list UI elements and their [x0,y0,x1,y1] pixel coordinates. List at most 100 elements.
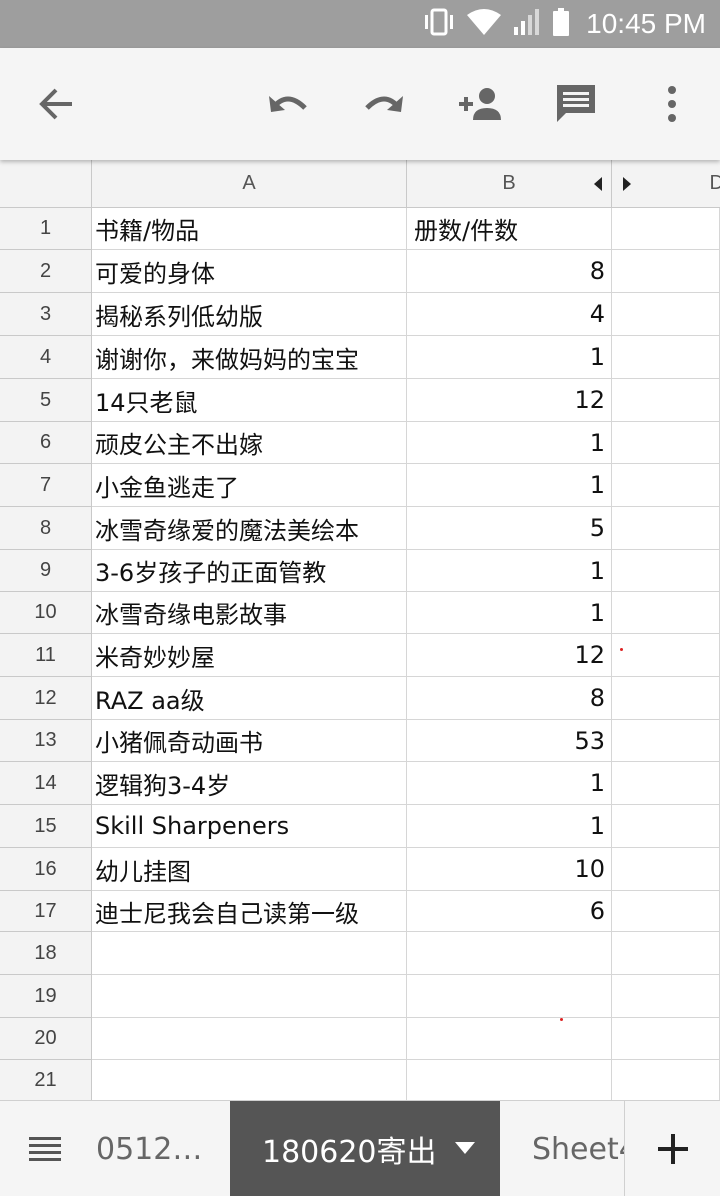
column-header-d[interactable]: D [612,160,720,208]
cell-a[interactable] [92,1018,407,1060]
cell-a[interactable] [92,932,407,975]
cell-a[interactable]: 3-6岁孩子的正面管教 [92,550,407,592]
cell-d[interactable] [612,379,720,422]
cell-a[interactable]: 幼儿挂图 [92,848,407,891]
add-person-icon[interactable] [454,78,506,130]
cell-a[interactable]: 小金鱼逃走了 [92,464,407,507]
row-number[interactable]: 11 [0,634,92,677]
row-number[interactable]: 5 [0,379,92,422]
cell-b[interactable] [407,1018,612,1060]
cell-a[interactable]: 冰雪奇缘电影故事 [92,592,407,634]
cell-b[interactable]: 8 [407,250,612,293]
cell-b[interactable]: 1 [407,336,612,379]
cell-b[interactable]: 1 [407,550,612,592]
cell-d[interactable] [612,1060,720,1100]
spreadsheet-grid[interactable]: A B D 1 书籍/物品 册数/件数 2 可爱的身体 8 3 揭秘系列低幼版 4 4 谢谢你，来做… [0,160,720,1100]
cell-b[interactable]: 册数/件数 [407,208,612,250]
sheet-tab-sheet4[interactable]: Sheet4 [500,1101,624,1196]
cell-b[interactable]: 1 [407,762,612,805]
cell-b[interactable] [407,975,612,1018]
row-number[interactable]: 6 [0,422,92,464]
row-number[interactable]: 19 [0,975,92,1018]
cell-b[interactable]: 1 [407,422,612,464]
cell-a[interactable]: 14只老鼠 [92,379,407,422]
cell-b[interactable] [407,1060,612,1100]
row-number[interactable]: 15 [0,805,92,848]
sheet-tab-0512[interactable]: 0512… [90,1101,230,1196]
row-number[interactable]: 21 [0,1060,92,1100]
cell-a[interactable]: 顽皮公主不出嫁 [92,422,407,464]
cell-d[interactable] [612,336,720,379]
cell-b[interactable]: 4 [407,293,612,336]
cell-b[interactable]: 6 [407,891,612,932]
row-number[interactable]: 1 [0,208,92,250]
cell-d[interactable] [612,464,720,507]
row-number[interactable]: 17 [0,891,92,932]
expand-right-icon[interactable] [622,176,632,192]
cell-a[interactable]: 书籍/物品 [92,208,407,250]
cell-b[interactable]: 1 [407,464,612,507]
sheet-dropdown-icon[interactable] [454,1142,475,1156]
cell-d[interactable] [612,848,720,891]
cell-a[interactable]: 米奇妙妙屋 [92,634,407,677]
row-number[interactable]: 18 [0,932,92,975]
row-number[interactable]: 7 [0,464,92,507]
cell-a[interactable] [92,1060,407,1100]
cell-a[interactable]: 可爱的身体 [92,250,407,293]
cell-a[interactable]: 小猪佩奇动画书 [92,720,407,762]
column-header-b[interactable]: B [407,160,612,208]
cell-d[interactable] [612,975,720,1018]
cell-a[interactable]: 冰雪奇缘爱的魔法美绘本 [92,507,407,550]
back-arrow-icon[interactable] [30,78,82,130]
cell-d[interactable] [612,634,720,677]
row-number[interactable]: 16 [0,848,92,891]
row-number[interactable]: 10 [0,592,92,634]
cell-d[interactable] [612,250,720,293]
row-number[interactable]: 20 [0,1018,92,1060]
cell-d[interactable] [612,293,720,336]
cell-b[interactable]: 8 [407,677,612,720]
cell-d[interactable] [612,208,720,250]
collapse-left-icon[interactable] [593,176,603,192]
sheet-tab-180620[interactable]: 180620寄出 [230,1101,500,1196]
cell-d[interactable] [612,592,720,634]
cell-b[interactable]: 12 [407,634,612,677]
more-vert-icon[interactable] [646,78,698,130]
column-header-a[interactable]: A [92,160,407,208]
row-number[interactable]: 2 [0,250,92,293]
cell-b[interactable]: 5 [407,507,612,550]
row-number[interactable]: 14 [0,762,92,805]
cell-d[interactable] [612,805,720,848]
cell-d[interactable] [612,762,720,805]
cell-b[interactable]: 1 [407,805,612,848]
cell-a[interactable]: Skill Sharpeners [92,805,407,848]
cell-a[interactable]: 逻辑狗3-4岁 [92,762,407,805]
cell-a[interactable] [92,975,407,1018]
cell-d[interactable] [612,550,720,592]
cell-b[interactable]: 10 [407,848,612,891]
row-number[interactable]: 4 [0,336,92,379]
cell-d[interactable] [612,891,720,932]
redo-icon[interactable] [358,78,410,130]
cell-b[interactable]: 1 [407,592,612,634]
grid-corner[interactable] [0,160,92,208]
cell-d[interactable] [612,422,720,464]
row-number[interactable]: 13 [0,720,92,762]
cell-d[interactable] [612,720,720,762]
cell-d[interactable] [612,507,720,550]
cell-a[interactable]: 揭秘系列低幼版 [92,293,407,336]
row-number[interactable]: 3 [0,293,92,336]
cell-a[interactable]: RAZ aa级 [92,677,407,720]
add-sheet-button[interactable] [624,1101,720,1196]
row-number[interactable]: 9 [0,550,92,592]
undo-icon[interactable] [262,78,314,130]
cell-b[interactable] [407,932,612,975]
row-number[interactable]: 8 [0,507,92,550]
comment-icon[interactable] [550,78,602,130]
cell-d[interactable] [612,932,720,975]
cell-b[interactable]: 12 [407,379,612,422]
cell-b[interactable]: 53 [407,720,612,762]
cell-a[interactable]: 谢谢你，来做妈妈的宝宝 [92,336,407,379]
sheet-list-menu-icon[interactable] [0,1101,90,1196]
cell-d[interactable] [612,1018,720,1060]
